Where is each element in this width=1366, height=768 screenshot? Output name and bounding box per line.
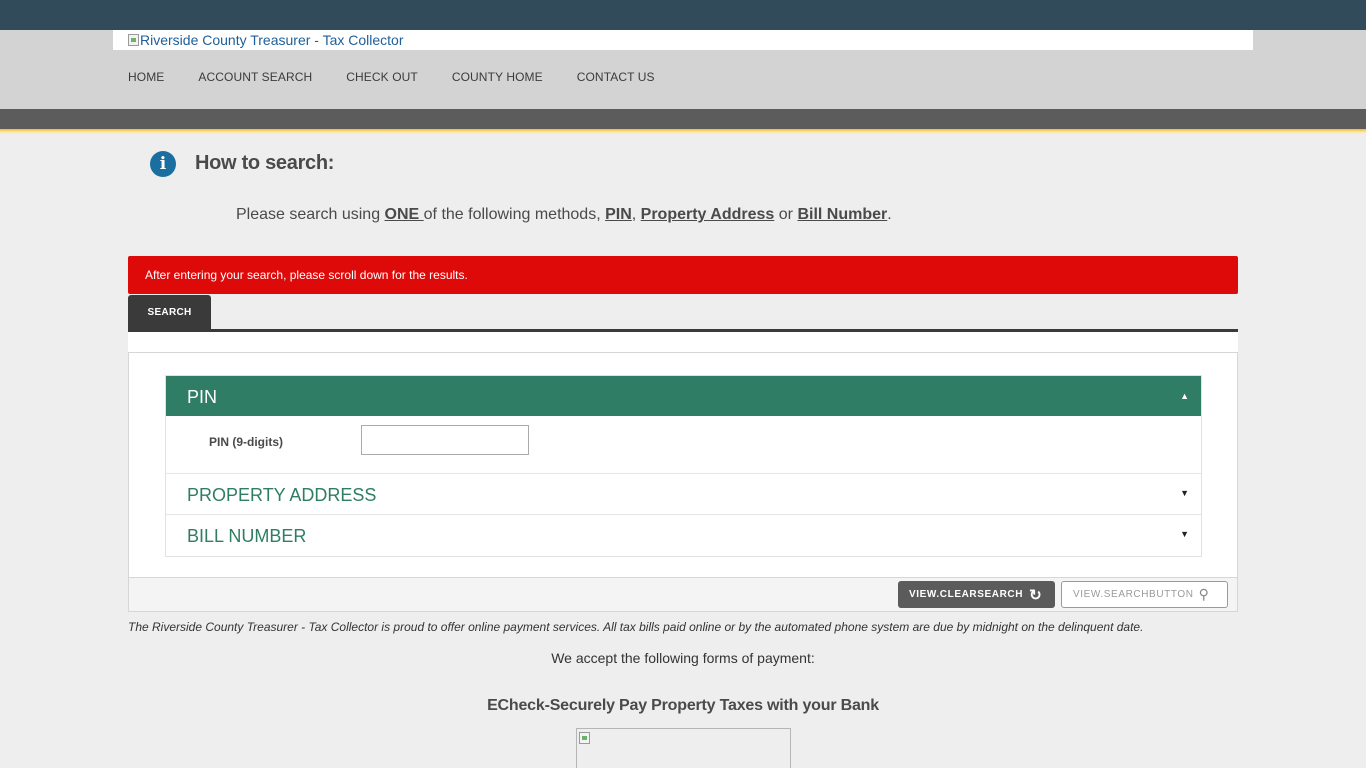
header-dark-bar <box>0 109 1366 129</box>
broken-image-icon <box>579 732 590 744</box>
echeck-image[interactable] <box>576 728 791 768</box>
clear-search-button[interactable]: VIEW.CLEARSEARCH ↻ <box>898 581 1055 608</box>
caret-down-icon: ▼ <box>1180 529 1189 539</box>
how-to-search-title: How to search: <box>195 152 335 174</box>
accordion-property-address-header[interactable]: PROPERTY ADDRESS ▼ <box>166 474 1201 515</box>
search-panel: PIN ▲ PIN (9-digits) PROPERTY ADDRESS ▼ … <box>128 352 1238 577</box>
refresh-icon: ↻ <box>1029 586 1043 604</box>
main-nav: HOME ACCOUNT SEARCH CHECK OUT COUNTY HOM… <box>128 70 689 84</box>
method-property-address: Property Address <box>640 206 775 223</box>
accordion-bill-number-title: BILL NUMBER <box>187 526 307 546</box>
payment-disclaimer: The Riverside County Treasurer - Tax Col… <box>128 620 1144 634</box>
search-actions-bar: VIEW.CLEARSEARCH ↻ VIEW.SEARCHBUTTON ⚲ <box>128 577 1238 612</box>
site-logo-link[interactable]: Riverside County Treasurer - Tax Collect… <box>128 32 404 48</box>
tab-panel-spacer <box>128 332 1238 352</box>
logo-alt-text: Riverside County Treasurer - Tax Collect… <box>140 32 404 48</box>
header-gold-line <box>0 129 1366 134</box>
accordion-pin-header[interactable]: PIN ▲ <box>166 376 1201 416</box>
site-header: Riverside County Treasurer - Tax Collect… <box>0 30 1366 109</box>
payment-forms-heading: We accept the following forms of payment… <box>551 650 815 666</box>
accordion-property-address-title: PROPERTY ADDRESS <box>187 485 377 505</box>
tab-search[interactable]: SEARCH <box>128 295 211 329</box>
search-icon: ⚲ <box>1198 586 1210 602</box>
nav-account-search[interactable]: ACCOUNT SEARCH <box>198 70 312 84</box>
method-pin: PIN <box>605 206 632 223</box>
nav-county-home[interactable]: COUNTY HOME <box>452 70 543 84</box>
clear-search-label: VIEW.CLEARSEARCH <box>909 589 1024 600</box>
logo-strip: Riverside County Treasurer - Tax Collect… <box>113 30 1253 50</box>
search-button-label: VIEW.SEARCHBUTTON <box>1073 589 1194 600</box>
top-bar <box>0 0 1366 30</box>
accordion-pin-body: PIN (9-digits) <box>166 416 1201 474</box>
scroll-alert: After entering your search, please scrol… <box>128 256 1238 294</box>
search-button[interactable]: VIEW.SEARCHBUTTON ⚲ <box>1061 581 1228 608</box>
broken-image-icon <box>128 34 139 46</box>
info-icon: i <box>150 151 176 177</box>
accordion-pin-title: PIN <box>187 387 218 407</box>
nav-home[interactable]: HOME <box>128 70 164 84</box>
pin-input[interactable] <box>361 425 529 455</box>
nav-contact-us[interactable]: CONTACT US <box>577 70 655 84</box>
method-bill-number: Bill Number <box>797 206 888 223</box>
echeck-heading: ECheck-Securely Pay Property Taxes with … <box>487 697 879 714</box>
search-instruction: Please search using ONE of the following… <box>236 206 892 223</box>
caret-down-icon: ▼ <box>1180 488 1189 498</box>
search-accordion: PIN ▲ PIN (9-digits) PROPERTY ADDRESS ▼ … <box>165 375 1202 557</box>
accordion-bill-number-header[interactable]: BILL NUMBER ▼ <box>166 515 1201 556</box>
emphasis-one: ONE <box>384 206 424 223</box>
caret-up-icon: ▲ <box>1180 391 1189 401</box>
pin-field-label: PIN (9-digits) <box>209 435 283 449</box>
nav-check-out[interactable]: CHECK OUT <box>346 70 418 84</box>
